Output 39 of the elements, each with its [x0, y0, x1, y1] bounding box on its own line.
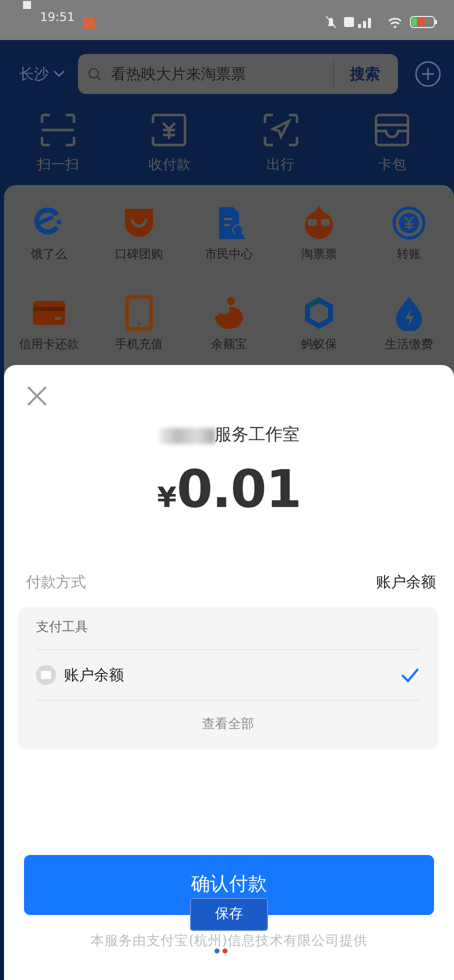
mute-icon [326, 16, 336, 28]
yuan-icon [151, 113, 188, 147]
wifi-icon [388, 16, 402, 28]
method-label: 付款方式 [26, 572, 86, 592]
yuan-circle-icon [391, 205, 427, 241]
status-time: 19:51 [40, 9, 75, 26]
search-icon [88, 65, 101, 83]
quick-action[interactable]: 扫一扫 [18, 112, 98, 177]
card-icon [374, 113, 410, 147]
quick-action[interactable]: 收付款 [129, 112, 210, 177]
app-shortcut[interactable]: 口碑团购 [94, 205, 184, 285]
tool-label: 账户余额 [64, 664, 125, 686]
footer-note: 本服务由支付宝(杭州)信息技术有限公司提供 [90, 932, 368, 950]
search-button[interactable]: 搜索 [333, 60, 388, 88]
quick-action[interactable]: 出行 [240, 112, 321, 177]
add-button[interactable] [414, 60, 442, 88]
app-shortcut[interactable]: 饿了么 [4, 205, 94, 285]
dots-icon [214, 948, 228, 954]
app-shortcut[interactable]: 市民中心 [184, 205, 274, 285]
tools-title: 支付工具 [36, 607, 420, 650]
quick-action[interactable]: 卡包 [352, 112, 432, 177]
plus-icon [415, 61, 441, 87]
caret-icon [53, 70, 65, 78]
save-button[interactable]: 保存 [190, 898, 268, 931]
redaction-mark [158, 428, 214, 444]
search-field[interactable]: 看热映大片来淘票票 搜索 [78, 54, 398, 94]
battery-icon [410, 16, 438, 28]
payment-amount: ¥0.01 [156, 458, 302, 522]
close-icon [26, 384, 48, 407]
balance-icon [36, 664, 56, 685]
method-value: 账户余额 [376, 572, 436, 592]
send-icon [262, 113, 299, 147]
view-all-link[interactable]: 查看全部 [36, 701, 420, 748]
city-selector[interactable]: 长沙 [18, 62, 66, 86]
payment-tool[interactable]: 账户余额 [36, 650, 420, 701]
app-shortcut[interactable]: 淘票票 [274, 205, 364, 285]
merchant-name: 服务工作室 [214, 425, 300, 445]
app-shortcut[interactable]: 转账 [364, 205, 454, 285]
scan-icon [40, 113, 76, 147]
